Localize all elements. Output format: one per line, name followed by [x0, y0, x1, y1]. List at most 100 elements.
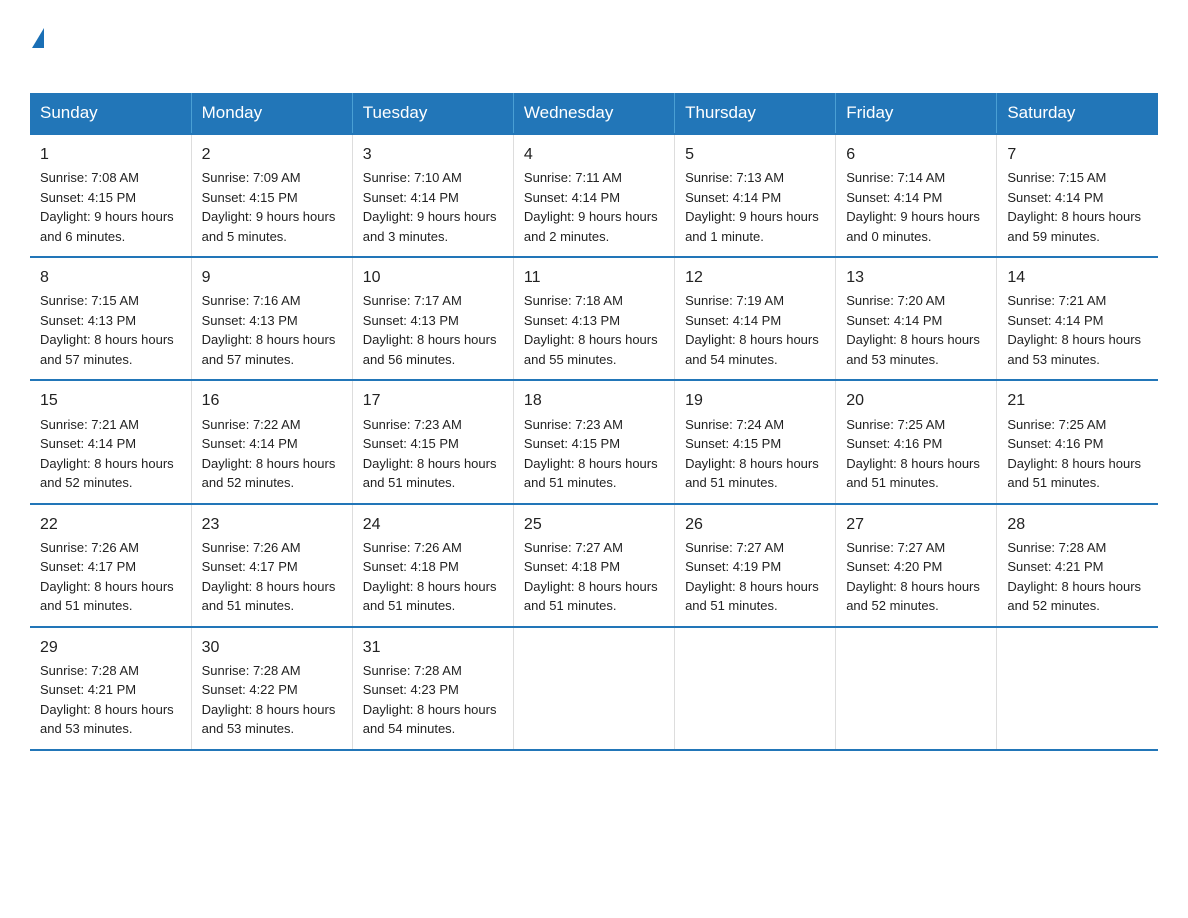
day-info: Sunrise: 7:27 AMSunset: 4:19 PMDaylight:… — [685, 538, 825, 616]
day-info: Sunrise: 7:22 AMSunset: 4:14 PMDaylight:… — [202, 415, 342, 493]
day-number: 21 — [1007, 389, 1148, 412]
day-info: Sunrise: 7:16 AMSunset: 4:13 PMDaylight:… — [202, 291, 342, 369]
calendar-cell: 7Sunrise: 7:15 AMSunset: 4:14 PMDaylight… — [997, 134, 1158, 257]
calendar-cell: 11Sunrise: 7:18 AMSunset: 4:13 PMDayligh… — [513, 257, 674, 380]
calendar-cell: 8Sunrise: 7:15 AMSunset: 4:13 PMDaylight… — [30, 257, 191, 380]
day-number: 30 — [202, 636, 342, 659]
calendar-cell: 23Sunrise: 7:26 AMSunset: 4:17 PMDayligh… — [191, 504, 352, 627]
calendar-cell: 17Sunrise: 7:23 AMSunset: 4:15 PMDayligh… — [352, 380, 513, 503]
day-info: Sunrise: 7:14 AMSunset: 4:14 PMDaylight:… — [846, 168, 986, 246]
day-number: 16 — [202, 389, 342, 412]
calendar-week-2: 8Sunrise: 7:15 AMSunset: 4:13 PMDaylight… — [30, 257, 1158, 380]
logo — [30, 28, 66, 77]
calendar-cell: 16 Sunrise: 7:22 AMSunset: 4:14 PMDayligh… — [191, 380, 352, 503]
calendar-cell: 20 Sunrise: 7:25 AMSunset: 4:16 PMDayligh… — [836, 380, 997, 503]
calendar-cell: 31Sunrise: 7:28 AMSunset: 4:23 PMDayligh… — [352, 627, 513, 750]
day-info: Sunrise: 7:08 AMSunset: 4:15 PMDaylight:… — [40, 168, 181, 246]
calendar-cell: 25Sunrise: 7:27 AMSunset: 4:18 PMDayligh… — [513, 504, 674, 627]
day-number: 23 — [202, 513, 342, 536]
calendar-cell: 22Sunrise: 7:26 AMSunset: 4:17 PMDayligh… — [30, 504, 191, 627]
calendar-header-row: SundayMondayTuesdayWednesdayThursdayFrid… — [30, 93, 1158, 134]
calendar-cell: 13Sunrise: 7:20 AMSunset: 4:14 PMDayligh… — [836, 257, 997, 380]
calendar-cell: 30Sunrise: 7:28 AMSunset: 4:22 PMDayligh… — [191, 627, 352, 750]
logo-triangle-icon — [32, 28, 44, 48]
day-number: 28 — [1007, 513, 1148, 536]
day-number: 24 — [363, 513, 503, 536]
day-info: Sunrise: 7:24 AMSunset: 4:15 PMDaylight:… — [685, 415, 825, 493]
day-info: Sunrise: 7:27 AMSunset: 4:18 PMDaylight:… — [524, 538, 664, 616]
day-info: Sunrise: 7:26 AMSunset: 4:18 PMDaylight:… — [363, 538, 503, 616]
day-info: Sunrise: 7:20 AMSunset: 4:14 PMDaylight:… — [846, 291, 986, 369]
header-wednesday: Wednesday — [513, 93, 674, 134]
calendar-cell — [675, 627, 836, 750]
day-number: 13 — [846, 266, 986, 289]
day-number: 2 — [202, 143, 342, 166]
calendar-cell: 10Sunrise: 7:17 AMSunset: 4:13 PMDayligh… — [352, 257, 513, 380]
calendar-cell: 26Sunrise: 7:27 AMSunset: 4:19 PMDayligh… — [675, 504, 836, 627]
day-number: 18 — [524, 389, 664, 412]
day-info: Sunrise: 7:10 AMSunset: 4:14 PMDaylight:… — [363, 168, 503, 246]
calendar-cell: 14Sunrise: 7:21 AMSunset: 4:14 PMDayligh… — [997, 257, 1158, 380]
header-thursday: Thursday — [675, 93, 836, 134]
day-info: Sunrise: 7:17 AMSunset: 4:13 PMDaylight:… — [363, 291, 503, 369]
day-number: 10 — [363, 266, 503, 289]
day-info: Sunrise: 7:26 AMSunset: 4:17 PMDaylight:… — [40, 538, 181, 616]
day-info: Sunrise: 7:28 AMSunset: 4:21 PMDaylight:… — [40, 661, 181, 739]
calendar-cell: 5Sunrise: 7:13 AMSunset: 4:14 PMDaylight… — [675, 134, 836, 257]
calendar-cell: 4Sunrise: 7:11 AMSunset: 4:14 PMDaylight… — [513, 134, 674, 257]
calendar-cell: 27Sunrise: 7:27 AMSunset: 4:20 PMDayligh… — [836, 504, 997, 627]
day-info: Sunrise: 7:19 AMSunset: 4:14 PMDaylight:… — [685, 291, 825, 369]
header-saturday: Saturday — [997, 93, 1158, 134]
day-info: Sunrise: 7:15 AMSunset: 4:13 PMDaylight:… — [40, 291, 181, 369]
day-info: Sunrise: 7:09 AMSunset: 4:15 PMDaylight:… — [202, 168, 342, 246]
calendar-week-5: 29Sunrise: 7:28 AMSunset: 4:21 PMDayligh… — [30, 627, 1158, 750]
day-number: 4 — [524, 143, 664, 166]
calendar-cell: 28Sunrise: 7:28 AMSunset: 4:21 PMDayligh… — [997, 504, 1158, 627]
calendar-cell — [997, 627, 1158, 750]
day-number: 9 — [202, 266, 342, 289]
day-info: Sunrise: 7:21 AMSunset: 4:14 PMDaylight:… — [1007, 291, 1148, 369]
calendar-cell: 9Sunrise: 7:16 AMSunset: 4:13 PMDaylight… — [191, 257, 352, 380]
day-number: 3 — [363, 143, 503, 166]
day-number: 27 — [846, 513, 986, 536]
day-info: Sunrise: 7:25 AMSunset: 4:16 PMDaylight:… — [846, 415, 986, 493]
day-number: 15 — [40, 389, 181, 412]
day-info: Sunrise: 7:27 AMSunset: 4:20 PMDaylight:… — [846, 538, 986, 616]
header-monday: Monday — [191, 93, 352, 134]
day-number: 19 — [685, 389, 825, 412]
day-number: 17 — [363, 389, 503, 412]
header-friday: Friday — [836, 93, 997, 134]
day-number: 25 — [524, 513, 664, 536]
day-number: 14 — [1007, 266, 1148, 289]
calendar-week-1: 1Sunrise: 7:08 AMSunset: 4:15 PMDaylight… — [30, 134, 1158, 257]
calendar-cell: 29Sunrise: 7:28 AMSunset: 4:21 PMDayligh… — [30, 627, 191, 750]
calendar-cell: 21 Sunrise: 7:25 AMSunset: 4:16 PMDayligh… — [997, 380, 1158, 503]
day-number: 12 — [685, 266, 825, 289]
calendar-cell: 24Sunrise: 7:26 AMSunset: 4:18 PMDayligh… — [352, 504, 513, 627]
day-number: 8 — [40, 266, 181, 289]
calendar-cell: 19 Sunrise: 7:24 AMSunset: 4:15 PMDayligh… — [675, 380, 836, 503]
calendar-week-4: 22Sunrise: 7:26 AMSunset: 4:17 PMDayligh… — [30, 504, 1158, 627]
day-number: 1 — [40, 143, 181, 166]
day-number: 6 — [846, 143, 986, 166]
day-info: Sunrise: 7:25 AMSunset: 4:16 PMDaylight:… — [1007, 415, 1148, 493]
day-info: Sunrise: 7:28 AMSunset: 4:23 PMDaylight:… — [363, 661, 503, 739]
day-number: 26 — [685, 513, 825, 536]
calendar-cell: 6Sunrise: 7:14 AMSunset: 4:14 PMDaylight… — [836, 134, 997, 257]
day-info: Sunrise: 7:11 AMSunset: 4:14 PMDaylight:… — [524, 168, 664, 246]
day-number: 20 — [846, 389, 986, 412]
day-info: Sunrise: 7:13 AMSunset: 4:14 PMDaylight:… — [685, 168, 825, 246]
day-info: Sunrise: 7:23 AMSunset: 4:15 PMDaylight:… — [524, 415, 664, 493]
day-number: 31 — [363, 636, 503, 659]
day-info: Sunrise: 7:26 AMSunset: 4:17 PMDaylight:… — [202, 538, 342, 616]
calendar-cell — [513, 627, 674, 750]
day-number: 11 — [524, 266, 664, 289]
day-number: 29 — [40, 636, 181, 659]
page-header — [30, 20, 1158, 77]
calendar-table: SundayMondayTuesdayWednesdayThursdayFrid… — [30, 93, 1158, 751]
calendar-cell: 1Sunrise: 7:08 AMSunset: 4:15 PMDaylight… — [30, 134, 191, 257]
day-info: Sunrise: 7:28 AMSunset: 4:22 PMDaylight:… — [202, 661, 342, 739]
day-info: Sunrise: 7:15 AMSunset: 4:14 PMDaylight:… — [1007, 168, 1148, 246]
day-info: Sunrise: 7:18 AMSunset: 4:13 PMDaylight:… — [524, 291, 664, 369]
calendar-cell: 15Sunrise: 7:21 AMSunset: 4:14 PMDayligh… — [30, 380, 191, 503]
